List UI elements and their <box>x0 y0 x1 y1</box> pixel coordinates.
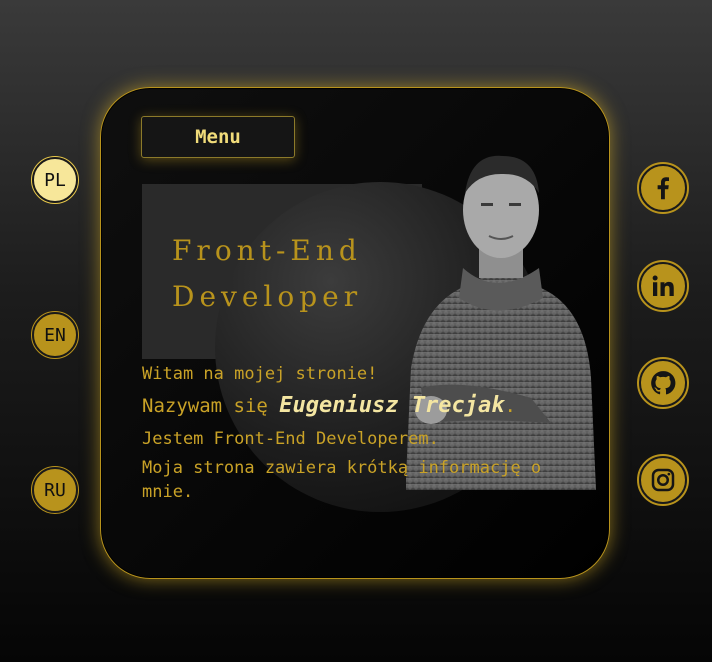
description-text: Moja strona zawiera krótką informację o … <box>142 458 542 502</box>
lang-label: EN <box>44 324 66 346</box>
menu-button[interactable]: Menu <box>141 116 295 158</box>
facebook-icon <box>657 177 669 200</box>
lang-label: RU <box>44 479 66 501</box>
title-line-2: Developer <box>172 280 363 313</box>
title-line-1: Front-End <box>172 234 362 267</box>
role-text: Jestem Front-End Developerem. <box>142 429 439 449</box>
name-line: Nazywam się Eugeniusz Trecjak. <box>142 394 516 418</box>
lang-button-pl[interactable]: PL <box>31 156 79 204</box>
greeting-text: Witam na mojej stronie! <box>142 364 378 384</box>
menu-button-label: Menu <box>195 126 241 148</box>
name-suffix: . <box>504 395 516 417</box>
lang-button-en[interactable]: EN <box>31 311 79 359</box>
lang-button-ru[interactable]: RU <box>31 466 79 514</box>
author-name: Eugeniusz Trecjak <box>279 393 505 418</box>
facebook-link[interactable] <box>637 162 689 214</box>
linkedin-link[interactable] <box>637 260 689 312</box>
profile-card: Menu Front-End Developer Witam na mojej … <box>100 87 610 579</box>
instagram-icon <box>651 468 675 492</box>
github-icon <box>651 371 676 395</box>
linkedin-icon <box>652 275 674 296</box>
github-link[interactable] <box>637 357 689 409</box>
instagram-link[interactable] <box>637 454 689 506</box>
name-prefix: Nazywam się <box>142 395 280 417</box>
lang-label: PL <box>44 169 66 191</box>
page-title: Front-End Developer <box>172 228 362 320</box>
